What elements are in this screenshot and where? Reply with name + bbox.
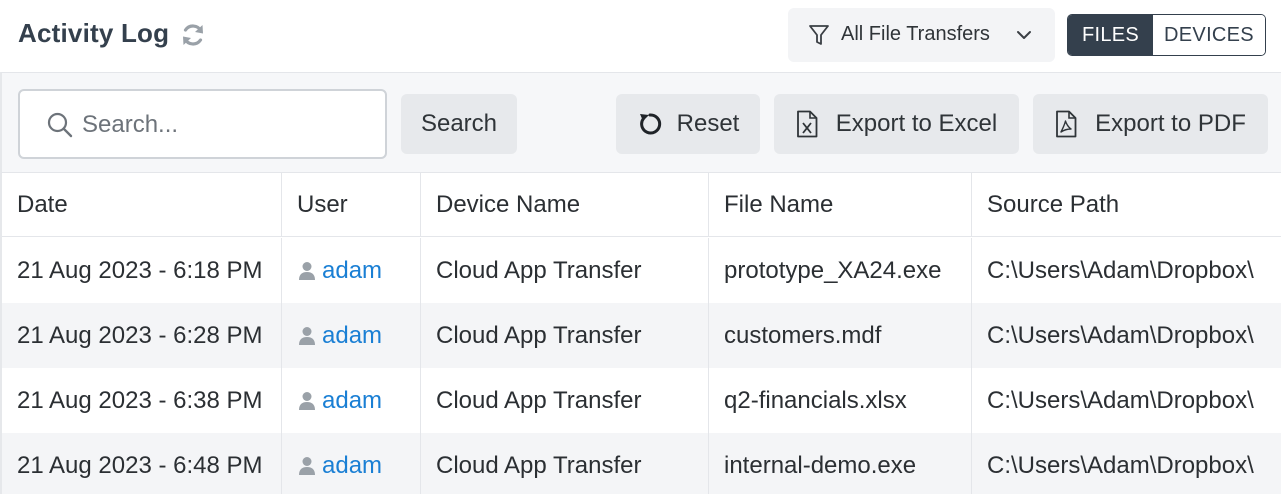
search-input[interactable] [82, 105, 372, 145]
transfer-filter-dropdown[interactable]: All File Transfers [788, 8, 1055, 62]
search-icon [46, 111, 74, 139]
reset-button[interactable]: Reset [616, 94, 760, 154]
user-icon [297, 391, 322, 411]
export-excel-label: Export to Excel [835, 110, 998, 137]
search-button[interactable]: Search [401, 94, 517, 154]
column-header-device-name[interactable]: Device Name [421, 173, 709, 236]
user-cell: adam [282, 368, 421, 433]
export-pdf-button[interactable]: Export to PDF [1033, 94, 1268, 154]
date-cell: 21 Aug 2023 - 6:18 PM [2, 238, 282, 303]
search-field [18, 89, 387, 159]
user-icon [297, 456, 322, 476]
file-name-cell: customers.mdf [709, 303, 972, 368]
table-row[interactable]: 21 Aug 2023 - 6:18 PM adam Cloud App Tra… [2, 238, 1281, 303]
excel-icon [796, 110, 836, 138]
activity-table: Date User Device Name File Name Source P… [0, 173, 1281, 494]
user-cell: adam [282, 238, 421, 303]
user-cell: adam [282, 303, 421, 368]
export-pdf-label: Export to PDF [1095, 110, 1246, 137]
date-cell: 21 Aug 2023 - 6:38 PM [2, 368, 282, 433]
date-cell: 21 Aug 2023 - 6:48 PM [2, 433, 282, 494]
view-toggle: FILES DEVICES [1067, 14, 1266, 56]
pdf-icon [1055, 110, 1095, 138]
user-link[interactable]: adam [322, 452, 382, 480]
file-name-cell: prototype_XA24.exe [709, 238, 972, 303]
column-header-source-path[interactable]: Source Path [972, 173, 1281, 236]
user-icon [297, 261, 322, 281]
file-name-cell: q2-financials.xlsx [709, 368, 972, 433]
table-row[interactable]: 21 Aug 2023 - 6:28 PM adam Cloud App Tra… [2, 303, 1281, 368]
column-header-date[interactable]: Date [2, 173, 282, 236]
filter-icon [808, 23, 830, 47]
column-header-file-name[interactable]: File Name [709, 173, 972, 236]
filter-label: All File Transfers [841, 23, 990, 45]
reset-button-label: Reset [676, 110, 740, 137]
table-row[interactable]: 21 Aug 2023 - 6:48 PM adam Cloud App Tra… [2, 433, 1281, 494]
source-path-cell: C:\Users\Adam\Dropbox\ [987, 321, 1254, 349]
user-cell: adam [282, 433, 421, 494]
table-header-row: Date User Device Name File Name Source P… [2, 173, 1281, 237]
source-path-cell: C:\Users\Adam\Dropbox\ [987, 386, 1254, 414]
user-icon [297, 326, 322, 346]
user-link[interactable]: adam [322, 387, 382, 415]
page-title: Activity Log [18, 18, 170, 48]
refresh-icon[interactable] [179, 21, 207, 49]
device-name-cell: Cloud App Transfer [421, 303, 709, 368]
toolbar: Search Reset Export to Excel [0, 72, 1281, 173]
export-excel-button[interactable]: Export to Excel [774, 94, 1019, 154]
date-cell: 21 Aug 2023 - 6:28 PM [2, 303, 282, 368]
table-row[interactable]: 21 Aug 2023 - 6:38 PM adam Cloud App Tra… [2, 368, 1281, 433]
file-name-cell: internal-demo.exe [709, 433, 972, 494]
files-toggle-button[interactable]: FILES [1068, 15, 1153, 55]
device-name-cell: Cloud App Transfer [421, 433, 709, 494]
device-name-cell: Cloud App Transfer [421, 238, 709, 303]
devices-toggle-button[interactable]: DEVICES [1153, 15, 1265, 55]
chevron-down-icon [1015, 28, 1033, 42]
source-path-cell: C:\Users\Adam\Dropbox\ [987, 451, 1254, 479]
user-link[interactable]: adam [322, 322, 382, 350]
reset-icon [637, 111, 677, 137]
column-header-user[interactable]: User [282, 173, 421, 236]
source-path-cell: C:\Users\Adam\Dropbox\ [987, 256, 1254, 284]
device-name-cell: Cloud App Transfer [421, 368, 709, 433]
search-button-label: Search [420, 110, 498, 137]
page-header: Activity Log All File Transfers FILES DE… [0, 0, 1281, 72]
user-link[interactable]: adam [322, 257, 382, 285]
